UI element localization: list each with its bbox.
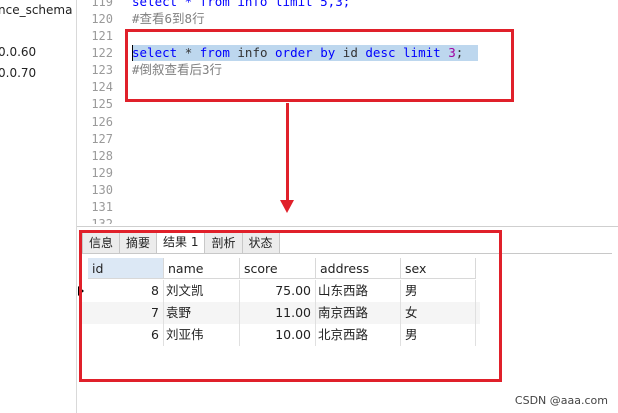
app-window: nce_schema 0.0.60 0.0.70 119 120 121 122… — [0, 0, 618, 413]
line-number-gutter: 119 120 121 122 123 124 125 126 127 128 … — [77, 0, 117, 224]
connection-item[interactable]: 0.0.70 — [0, 65, 36, 81]
line-number: 120 — [91, 12, 113, 26]
line-number: 132 — [91, 217, 113, 224]
line-number: 130 — [91, 183, 113, 197]
connection-item[interactable]: 0.0.60 — [0, 44, 36, 60]
line-number: 129 — [91, 166, 113, 180]
line-number: 121 — [91, 29, 113, 43]
schema-tree: nce_schema 0.0.60 0.0.70 — [0, 0, 77, 413]
annotation-arrow-icon — [280, 200, 294, 213]
line-number: 125 — [91, 97, 113, 111]
watermark: CSDN @aaa.com — [514, 394, 608, 407]
line-number: 127 — [91, 132, 113, 146]
line-number: 131 — [91, 200, 113, 214]
line-number: 124 — [91, 80, 113, 94]
code-line[interactable]: select * from info limit 5,3; — [132, 0, 350, 10]
line-number: 122 — [91, 46, 113, 60]
line-number: 119 — [91, 0, 113, 9]
annotation-box-results — [79, 230, 502, 382]
line-number: 123 — [91, 63, 113, 77]
line-number: 126 — [91, 115, 113, 129]
line-number: 128 — [91, 149, 113, 163]
annotation-arrow-line — [286, 103, 289, 205]
schema-item[interactable]: nce_schema — [0, 2, 72, 18]
annotation-box-query — [125, 29, 514, 102]
code-comment[interactable]: #查看6到8行 — [132, 11, 205, 27]
